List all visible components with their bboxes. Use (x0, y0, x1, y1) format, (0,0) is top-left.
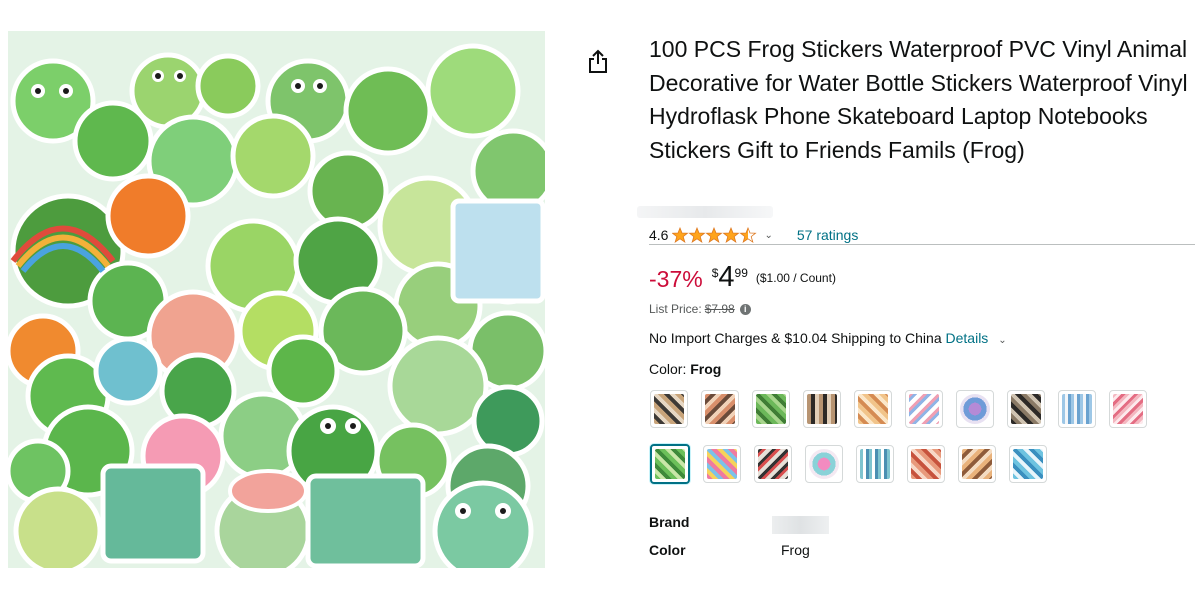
color-swatch[interactable] (754, 445, 792, 483)
star-icon (672, 227, 757, 243)
color-swatch-selected[interactable] (650, 444, 690, 484)
color-spec-value: Frog (781, 542, 810, 558)
color-swatch[interactable] (703, 445, 741, 483)
color-selector-label: Color: Frog (649, 361, 721, 377)
shipping-text: No Import Charges & $10.04 Shipping to C… (649, 330, 946, 346)
redacted-brand-value (772, 516, 829, 534)
color-label-prefix: Color: (649, 361, 691, 377)
color-spec-label: Color (649, 542, 686, 558)
discount-percent: -37% (649, 266, 703, 292)
color-swatch[interactable] (1007, 390, 1045, 428)
ratings-count-link[interactable]: 57 ratings (797, 227, 858, 243)
divider (649, 244, 1195, 245)
list-price-value: $7.98 (704, 302, 735, 316)
selected-color: Frog (690, 361, 722, 377)
color-swatch[interactable] (956, 390, 994, 428)
color-swatch[interactable] (805, 445, 843, 483)
chevron-down-icon[interactable]: ⌄ (764, 230, 772, 241)
rating-value: 4.6 (649, 227, 669, 243)
list-price-label: List Price: (649, 302, 702, 316)
color-swatch[interactable] (1109, 390, 1147, 428)
color-swatch[interactable] (1009, 445, 1047, 483)
redacted-store-link (637, 206, 773, 218)
star-rating[interactable] (672, 227, 758, 243)
frog-stickers-collage (8, 31, 545, 568)
color-swatch[interactable] (650, 390, 688, 428)
color-swatch[interactable] (856, 445, 894, 483)
color-swatch[interactable] (907, 445, 945, 483)
price-currency: $ (711, 266, 719, 280)
price-block: -37% $ 4 99 ($1.00 / Count) (649, 260, 836, 294)
color-swatch[interactable] (1058, 390, 1096, 428)
shipping-details-link[interactable]: Details (946, 330, 989, 346)
product-image[interactable] (8, 31, 545, 568)
brand-label: Brand (649, 514, 690, 530)
color-swatch[interactable] (854, 390, 892, 428)
price-whole: 4 (718, 261, 735, 293)
shipping-info: No Import Charges & $10.04 Shipping to C… (649, 330, 1031, 346)
chevron-down-icon[interactable]: ⌄ (998, 335, 1006, 346)
product-title: 100 PCS Frog Stickers Waterproof PVC Vin… (649, 36, 1188, 163)
info-icon[interactable]: i (739, 303, 751, 315)
color-swatch[interactable] (905, 390, 943, 428)
rating-row: 4.6 ⌄ 57 ratings (649, 224, 1195, 246)
share-icon[interactable] (586, 49, 610, 75)
price-fraction: 99 (734, 266, 748, 280)
color-swatch[interactable] (701, 390, 739, 428)
unit-price: ($1.00 / Count) (755, 271, 836, 285)
color-swatch[interactable] (803, 390, 841, 428)
list-price-row: List Price: $7.98 i (649, 302, 751, 316)
color-swatch[interactable] (752, 390, 790, 428)
color-swatch[interactable] (958, 445, 996, 483)
